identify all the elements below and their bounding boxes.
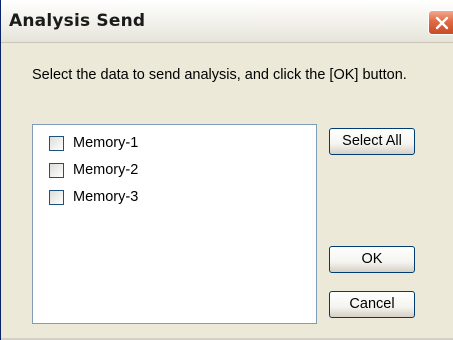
list-item-memory-2[interactable]: Memory-2 [49, 161, 138, 179]
memory-3-checkbox[interactable] [49, 189, 64, 205]
ok-button[interactable]: OK [329, 246, 415, 273]
list-item-memory-1[interactable]: Memory-1 [49, 134, 138, 152]
memory-1-checkbox[interactable] [49, 135, 64, 151]
memory-3-label: Memory-3 [73, 189, 139, 205]
instruction-text: Select the data to send analysis, and cl… [32, 67, 407, 83]
list-item-memory-3[interactable]: Memory-3 [49, 188, 138, 206]
close-icon [435, 16, 449, 30]
select-all-button[interactable]: Select All [329, 128, 415, 155]
analysis-send-dialog: Analysis Send Select the data to send an… [0, 0, 453, 340]
memory-list[interactable]: Memory-1 Memory-2 Memory-3 [32, 124, 317, 324]
close-button[interactable] [428, 10, 453, 35]
dialog-title: Analysis Send [9, 11, 146, 31]
cancel-button[interactable]: Cancel [329, 291, 415, 318]
title-bar[interactable]: Analysis Send [1, 0, 453, 43]
memory-1-label: Memory-1 [73, 135, 139, 151]
memory-2-checkbox[interactable] [49, 162, 64, 178]
memory-2-label: Memory-2 [73, 162, 139, 178]
